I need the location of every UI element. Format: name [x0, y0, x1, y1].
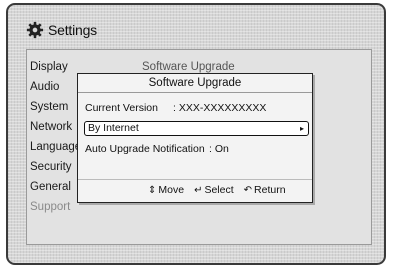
auto-upgrade-value: : On [209, 143, 229, 155]
dialog-footer-hints: ⇕ Move ↵ Select ↶ Return [148, 184, 286, 196]
auto-upgrade-label: Auto Upgrade Notification [85, 143, 205, 155]
by-internet-option[interactable]: By Internet ▸ [84, 121, 309, 136]
settings-menu: Display Audio System Network Language Se… [30, 57, 81, 217]
menu-item-system[interactable]: System [30, 97, 81, 117]
menu-item-display[interactable]: Display [30, 57, 81, 77]
page-title: Settings [48, 22, 97, 38]
menu-item-general[interactable]: General [30, 177, 81, 197]
menu-item-network[interactable]: Network [30, 117, 81, 137]
enter-icon: ↵ [194, 185, 203, 196]
return-hint: ↶ Return [243, 184, 286, 196]
menu-item-security[interactable]: Security [30, 157, 81, 177]
chevron-right-icon: ▸ [299, 124, 304, 133]
move-hint: ⇕ Move [148, 184, 185, 196]
current-version-value: : XXX-XXXXXXXXX [173, 102, 267, 114]
title-bar: Settings [26, 17, 97, 43]
tv-screen: Settings Display Audio System Network La… [6, 3, 386, 265]
current-version-row: Current Version : XXX-XXXXXXXXX [85, 102, 307, 114]
menu-item-audio[interactable]: Audio [30, 77, 81, 97]
auto-upgrade-notification-row[interactable]: Auto Upgrade Notification : On [85, 143, 229, 155]
dialog-title: Software Upgrade [78, 74, 312, 93]
software-upgrade-dialog: Software Upgrade Current Version : XXX-X… [77, 73, 313, 203]
by-internet-label: By Internet [88, 122, 139, 134]
up-down-arrows-icon: ⇕ [148, 185, 157, 196]
dialog-divider [78, 179, 312, 180]
menu-item-language[interactable]: Language [30, 137, 81, 157]
select-hint: ↵ Select [194, 184, 234, 196]
return-arrow-icon: ↶ [243, 185, 253, 196]
gear-icon [26, 21, 44, 39]
current-version-label: Current Version [85, 102, 158, 114]
menu-item-support[interactable]: Support [30, 197, 81, 217]
